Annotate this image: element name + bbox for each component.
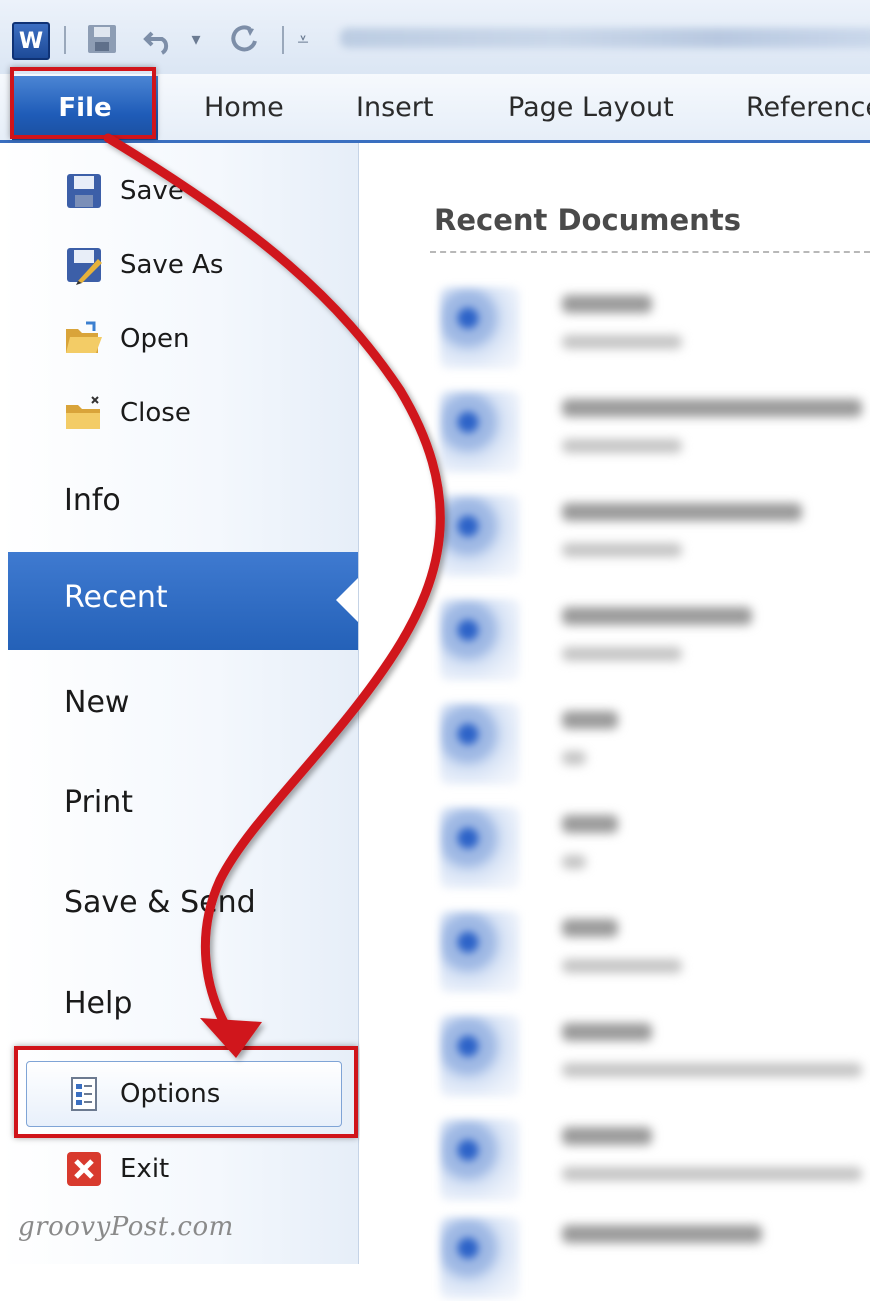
tab-label: Insert [356,91,434,123]
exit-command[interactable]: Exit [64,1147,169,1191]
open-command[interactable]: Open [64,317,189,361]
close-folder-icon [64,393,104,433]
recent-documents-pane: Recent Documents [360,143,870,1299]
document-path-blurred [562,751,586,765]
command-label: Save As [120,250,224,280]
recent-document-item[interactable] [430,281,870,371]
word-document-icon [440,391,520,473]
word-document-icon [440,1217,520,1299]
word-document-icon [440,703,520,785]
nav-tab-label: Print [64,785,134,820]
recent-document-item[interactable] [430,801,870,891]
file-highlight-box [10,67,156,139]
close-command[interactable]: Close [64,391,191,435]
nav-tab-label: Help [64,986,133,1021]
customize-icon[interactable]: ⩡ [290,20,316,58]
document-path-blurred [562,959,682,973]
save-as-command[interactable]: Save As [64,243,223,287]
document-path-blurred [562,855,586,869]
nav-tab-label: Save & Send [64,885,256,920]
document-path-blurred [562,1167,862,1181]
nav-tab-label: Info [64,483,121,518]
open-folder-icon [64,319,104,359]
nav-tab-label: New [64,685,130,720]
document-name-blurred [562,1023,652,1041]
tab-references[interactable]: Reference [746,74,870,140]
document-name-blurred [562,815,618,833]
document-path-blurred [562,543,682,557]
recent-document-item[interactable] [430,1211,870,1301]
command-label: Save [120,176,184,206]
document-name-blurred [562,1225,762,1243]
window-title-blurred [340,28,870,48]
command-label: Open [120,324,190,354]
tab-label: Home [204,91,284,123]
save-icon [64,171,104,211]
word-document-icon [440,911,520,993]
tab-save-and-send[interactable]: Save & Send [64,885,256,920]
section-divider [430,251,870,253]
tab-recent[interactable]: Recent [8,552,358,650]
tab-label: Reference [746,91,870,123]
document-path-blurred [562,1063,862,1077]
undo-icon[interactable] [138,20,178,58]
word-document-icon [440,495,520,577]
toolbar-separator [64,26,66,54]
recent-document-item[interactable] [430,489,870,579]
recent-document-item[interactable] [430,1113,870,1203]
dropdown-icon[interactable]: ▾ [184,20,208,58]
document-name-blurred [562,1127,652,1145]
selected-indicator [336,578,358,622]
recent-documents-title: Recent Documents [434,203,741,237]
word-document-icon [440,1119,520,1201]
redo-icon[interactable] [224,20,264,58]
word-icon[interactable]: W [12,22,50,60]
word-icon-letter: W [18,28,44,54]
document-name-blurred [562,399,862,417]
word-document-icon [440,807,520,889]
word-document-icon [440,1015,520,1097]
tab-help[interactable]: Help [64,986,132,1021]
toolbar-separator [282,26,284,54]
recent-document-item[interactable] [430,385,870,475]
quick-access-toolbar: W ▾ ⩡ [0,0,870,74]
command-label: Exit [120,1154,170,1184]
tab-page-layout[interactable]: Page Layout [508,74,674,140]
document-name-blurred [562,503,802,521]
word-document-icon [440,287,520,369]
document-path-blurred [562,647,682,661]
exit-icon [64,1149,104,1189]
document-path-blurred [562,439,682,453]
tab-info[interactable]: Info [64,483,121,518]
tab-insert[interactable]: Insert [356,74,433,140]
save-icon[interactable] [82,20,122,58]
tab-new[interactable]: New [64,685,129,720]
recent-document-item[interactable] [430,697,870,787]
tab-print[interactable]: Print [64,785,133,820]
tab-label: Page Layout [508,91,674,123]
recent-document-item[interactable] [430,593,870,683]
save-as-icon [64,245,104,285]
recent-document-item[interactable] [430,1009,870,1099]
document-name-blurred [562,295,652,313]
word-document-icon [440,599,520,681]
recent-document-item[interactable] [430,905,870,995]
options-highlight-box [14,1046,358,1138]
save-command[interactable]: Save [64,169,184,213]
document-name-blurred [562,607,752,625]
document-path-blurred [562,335,682,349]
document-name-blurred [562,919,618,937]
document-name-blurred [562,711,618,729]
tab-home[interactable]: Home [204,74,284,140]
command-label: Close [120,398,191,428]
nav-tab-label: Recent [64,580,168,615]
watermark: groovyPost.com [18,1212,234,1242]
